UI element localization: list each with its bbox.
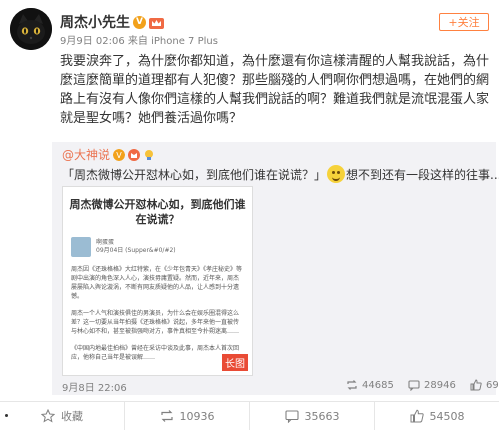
comment-icon xyxy=(408,380,420,391)
post-meta: 9月9日 02:06 来自 iPhone 7 Plus xyxy=(60,32,218,47)
thumbs-up-icon xyxy=(470,379,482,391)
post-timestamp[interactable]: 9月9日 02:06 xyxy=(60,36,125,47)
comment-button[interactable]: 35663 xyxy=(250,402,375,430)
like-button[interactable]: 54508 xyxy=(375,402,499,430)
author-row: 周杰小先生 V xyxy=(60,12,164,32)
weibo-post: 周杰小先生 V +关注 9月9日 02:06 来自 iPhone 7 Plus … xyxy=(0,0,499,430)
verified-icon: V xyxy=(113,148,126,161)
author-name[interactable]: 周杰小先生 xyxy=(60,12,130,32)
repost-button[interactable]: 10936 xyxy=(125,402,250,430)
repost-icon xyxy=(160,410,173,422)
repost-text-quote: 「周杰微博公开怼林心如，到底他们谁在说谎？」 xyxy=(62,167,327,182)
card-paragraph: 周杰一个人气和演技俱佳的男演员，为什么会在娱乐圈混得这么差？这一切要从当年拍摄《… xyxy=(71,310,240,335)
card-user-row: 啊蛋蛋 09月04日 (Supper&#0/#2) xyxy=(71,237,244,257)
bulb-icon xyxy=(145,149,154,160)
star-icon xyxy=(41,409,55,423)
repost-author-row: @大神说 V xyxy=(62,146,155,163)
repost-icon xyxy=(347,380,357,390)
long-image-tag: 长图 xyxy=(222,354,248,371)
repost-like-count[interactable]: 69518 xyxy=(470,379,499,391)
repost-footer: 9月8日 22:06 44685 28946 69518 xyxy=(62,379,499,394)
card-title: 周杰微博公开怼林心如，到底他们谁在说谎？ xyxy=(69,198,246,226)
action-bar: 收藏 10936 35663 54508 xyxy=(0,401,499,430)
comment-count: 35663 xyxy=(304,409,340,423)
comment-icon xyxy=(284,410,299,423)
vip-crown-icon xyxy=(149,17,164,29)
post-text: 我要淚奔了，為什麼你都知道，為什麼還有你這樣清醒的人幫我說話，為什麼這麼簡單的道… xyxy=(60,54,490,126)
thumbs-up-icon xyxy=(410,409,424,423)
cat-avatar-icon xyxy=(10,8,52,50)
favorite-label: 收藏 xyxy=(61,410,83,423)
repost-text: 「周杰微博公开怼林心如，到底他们谁在说谎？」 想不到还有一段这样的往事... xyxy=(62,165,499,183)
post-source[interactable]: iPhone 7 Plus xyxy=(151,36,218,47)
card-user-sub: 09月04日 (Supper&#0/#2) xyxy=(96,247,176,254)
long-image-card[interactable]: 周杰微博公开怼林心如，到底他们谁在说谎？ 啊蛋蛋 09月04日 (Supper&… xyxy=(62,186,253,376)
verified-icon: V xyxy=(133,15,146,29)
source-prefix: 来自 xyxy=(127,36,148,47)
card-user-name: 啊蛋蛋 xyxy=(96,239,115,246)
smile-emoji-icon xyxy=(327,165,346,183)
repost-text-tail: 想不到还有一段这样的往事... xyxy=(346,167,499,182)
card-user-avatar xyxy=(71,237,91,257)
follow-button[interactable]: +关注 xyxy=(439,13,489,31)
repost-comment-count[interactable]: 28946 xyxy=(408,379,456,391)
card-paragraph: 《中国内地最佳拍档》曾经在采访中谈及此事，周杰本人首次回应，他称自己当年是被误解… xyxy=(71,345,240,361)
repost-count: 10936 xyxy=(179,409,215,423)
repost-repost-count[interactable]: 44685 xyxy=(346,379,394,391)
like-count: 54508 xyxy=(429,409,465,423)
repost-timestamp[interactable]: 9月8日 22:06 xyxy=(62,379,127,394)
repost-box: @大神说 V 「周杰微博公开怼林心如，到底他们谁在说谎？」 想不到还有一段这样的… xyxy=(52,142,499,395)
author-avatar[interactable] xyxy=(10,8,52,50)
favorite-button[interactable]: 收藏 xyxy=(0,402,125,430)
repost-author-link[interactable]: @大神说 xyxy=(62,146,110,163)
fan-badge-icon xyxy=(128,148,141,161)
svg-text:V: V xyxy=(116,151,122,160)
card-paragraph: 周杰因《还珠格格》大红特紫，在《少年包青天》《孝庄秘史》等剧中出演的角色深入人心… xyxy=(71,266,243,300)
